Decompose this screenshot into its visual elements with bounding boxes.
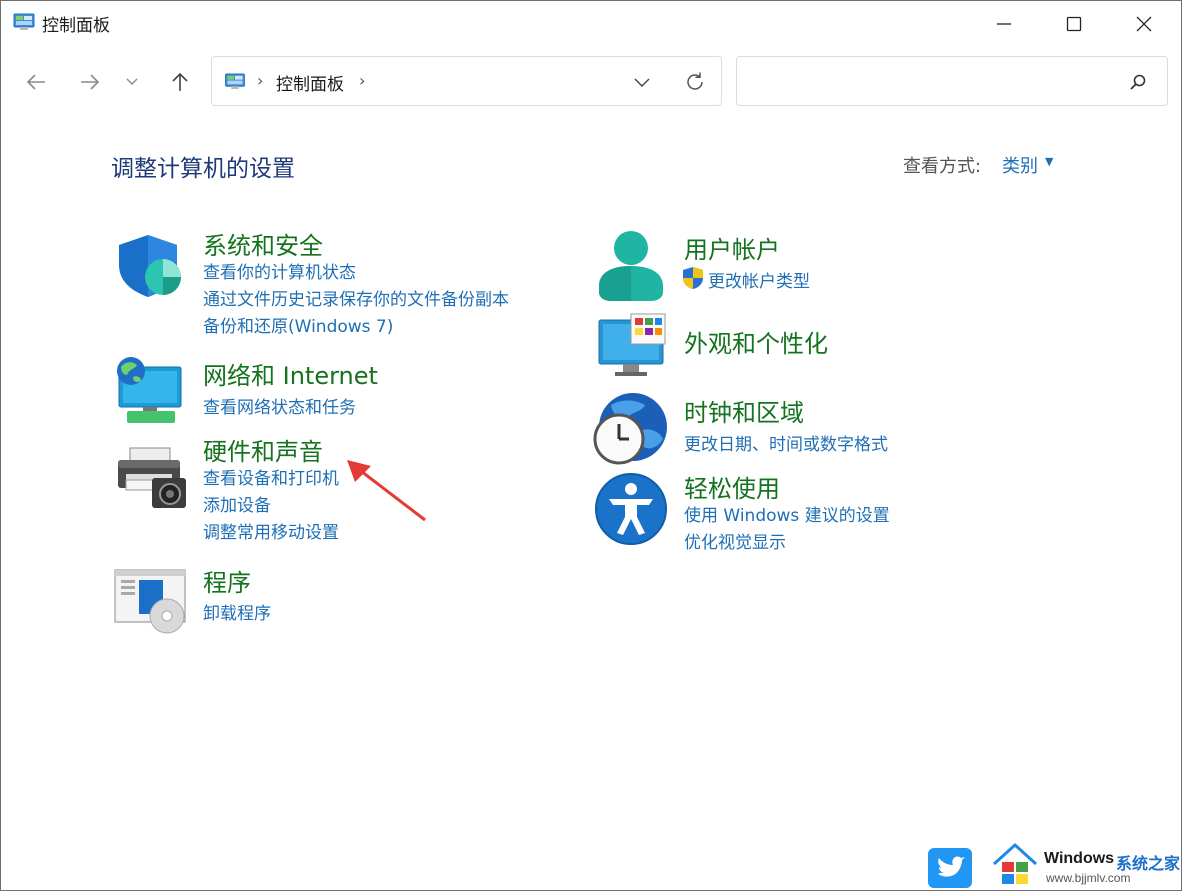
- watermark-brand: Windows: [1044, 850, 1115, 867]
- breadcrumb-separator[interactable]: ›: [359, 71, 365, 90]
- minimize-button[interactable]: [969, 1, 1039, 47]
- category-programs[interactable]: 程序: [203, 563, 251, 598]
- search-box[interactable]: [736, 56, 1168, 106]
- link-devices-printers[interactable]: 查看设备和打印机: [203, 464, 339, 489]
- watermark-url: www.bjjmlv.com: [1046, 871, 1131, 885]
- link-change-account-type[interactable]: 更改帐户类型: [708, 267, 810, 292]
- category-ease-of-access[interactable]: 轻松使用: [684, 469, 780, 504]
- maximize-button[interactable]: [1039, 1, 1109, 47]
- link-view-computer-status[interactable]: 查看你的计算机状态: [203, 258, 356, 283]
- breadcrumb-separator[interactable]: ›: [257, 71, 263, 90]
- arrow-right-icon: [81, 74, 100, 90]
- category-clock-region[interactable]: 时钟和区域: [684, 393, 804, 428]
- view-by-label: 查看方式:: [903, 156, 982, 177]
- annotation-arrow-icon: [347, 460, 426, 522]
- link-network-status[interactable]: 查看网络状态和任务: [203, 393, 356, 418]
- link-change-date-time-format[interactable]: 更改日期、时间或数字格式: [684, 430, 888, 455]
- monitor-personalize-icon[interactable]: [597, 312, 669, 378]
- link-backup-restore[interactable]: 备份和还原(Windows 7): [203, 312, 393, 337]
- breadcrumb-control-panel[interactable]: 控制面板: [276, 70, 344, 95]
- twitter-bird-icon: [928, 848, 972, 888]
- control-panel-window: 控制面板 › 控制面板 › 调整计算机的设置 查看方式: 类别 ▼ 系统和安全 …: [0, 0, 1182, 891]
- uac-shield-icon: [683, 267, 703, 289]
- chevron-down-icon: [634, 78, 650, 87]
- chevron-down-icon: [126, 78, 138, 85]
- title-bar: 控制面板: [1, 1, 1181, 47]
- clock-globe-icon[interactable]: [593, 391, 669, 467]
- link-file-history-backup[interactable]: 通过文件历史记录保存你的文件备份副本: [203, 285, 509, 310]
- address-dropdown-button[interactable]: [630, 71, 654, 93]
- refresh-button[interactable]: [682, 69, 708, 95]
- up-button[interactable]: [162, 65, 198, 99]
- link-windows-recommended-settings[interactable]: 使用 Windows 建议的设置: [684, 501, 890, 526]
- programs-icon[interactable]: [113, 568, 189, 634]
- printer-icon[interactable]: [116, 444, 188, 510]
- search-icon: [1130, 74, 1146, 90]
- link-add-device[interactable]: 添加设备: [203, 491, 271, 516]
- search-button[interactable]: [1127, 71, 1149, 93]
- category-system-security[interactable]: 系统和安全: [203, 226, 323, 261]
- shield-icon[interactable]: [115, 233, 185, 299]
- watermark: Windows 系统之家 www.bjjmlv.com: [928, 840, 1182, 891]
- arrow-left-icon: [26, 74, 45, 90]
- control-panel-icon: [13, 13, 35, 30]
- address-bar[interactable]: › 控制面板 ›: [211, 56, 722, 106]
- close-icon: [1136, 16, 1152, 32]
- forward-button[interactable]: [72, 65, 108, 99]
- windows-house-logo-icon: [992, 842, 1038, 884]
- window-title: 控制面板: [42, 16, 110, 36]
- category-user-accounts[interactable]: 用户帐户: [684, 230, 780, 265]
- view-by-dropdown[interactable]: 类别: [1002, 152, 1038, 178]
- accessibility-icon[interactable]: [595, 473, 667, 545]
- search-input[interactable]: [747, 69, 1111, 95]
- category-appearance-personalization[interactable]: 外观和个性化: [684, 324, 828, 359]
- category-hardware-sound[interactable]: 硬件和声音: [203, 432, 323, 467]
- link-optimize-visual-display[interactable]: 优化视觉显示: [684, 528, 786, 553]
- page-title: 调整计算机的设置: [111, 156, 295, 182]
- user-icon[interactable]: [597, 230, 665, 302]
- caret-down-icon[interactable]: ▼: [1045, 155, 1053, 168]
- close-button[interactable]: [1109, 1, 1179, 47]
- refresh-icon: [687, 72, 703, 90]
- link-mobility-settings[interactable]: 调整常用移动设置: [203, 518, 339, 543]
- maximize-icon: [1066, 16, 1082, 32]
- network-icon[interactable]: [113, 355, 185, 425]
- minimize-icon: [997, 23, 1011, 25]
- back-button[interactable]: [18, 65, 54, 99]
- category-network-internet[interactable]: 网络和 Internet: [203, 356, 378, 391]
- arrow-up-icon: [172, 72, 188, 91]
- control-panel-icon: [225, 73, 245, 90]
- link-uninstall-program[interactable]: 卸载程序: [203, 599, 271, 624]
- recent-locations-button[interactable]: [117, 65, 147, 99]
